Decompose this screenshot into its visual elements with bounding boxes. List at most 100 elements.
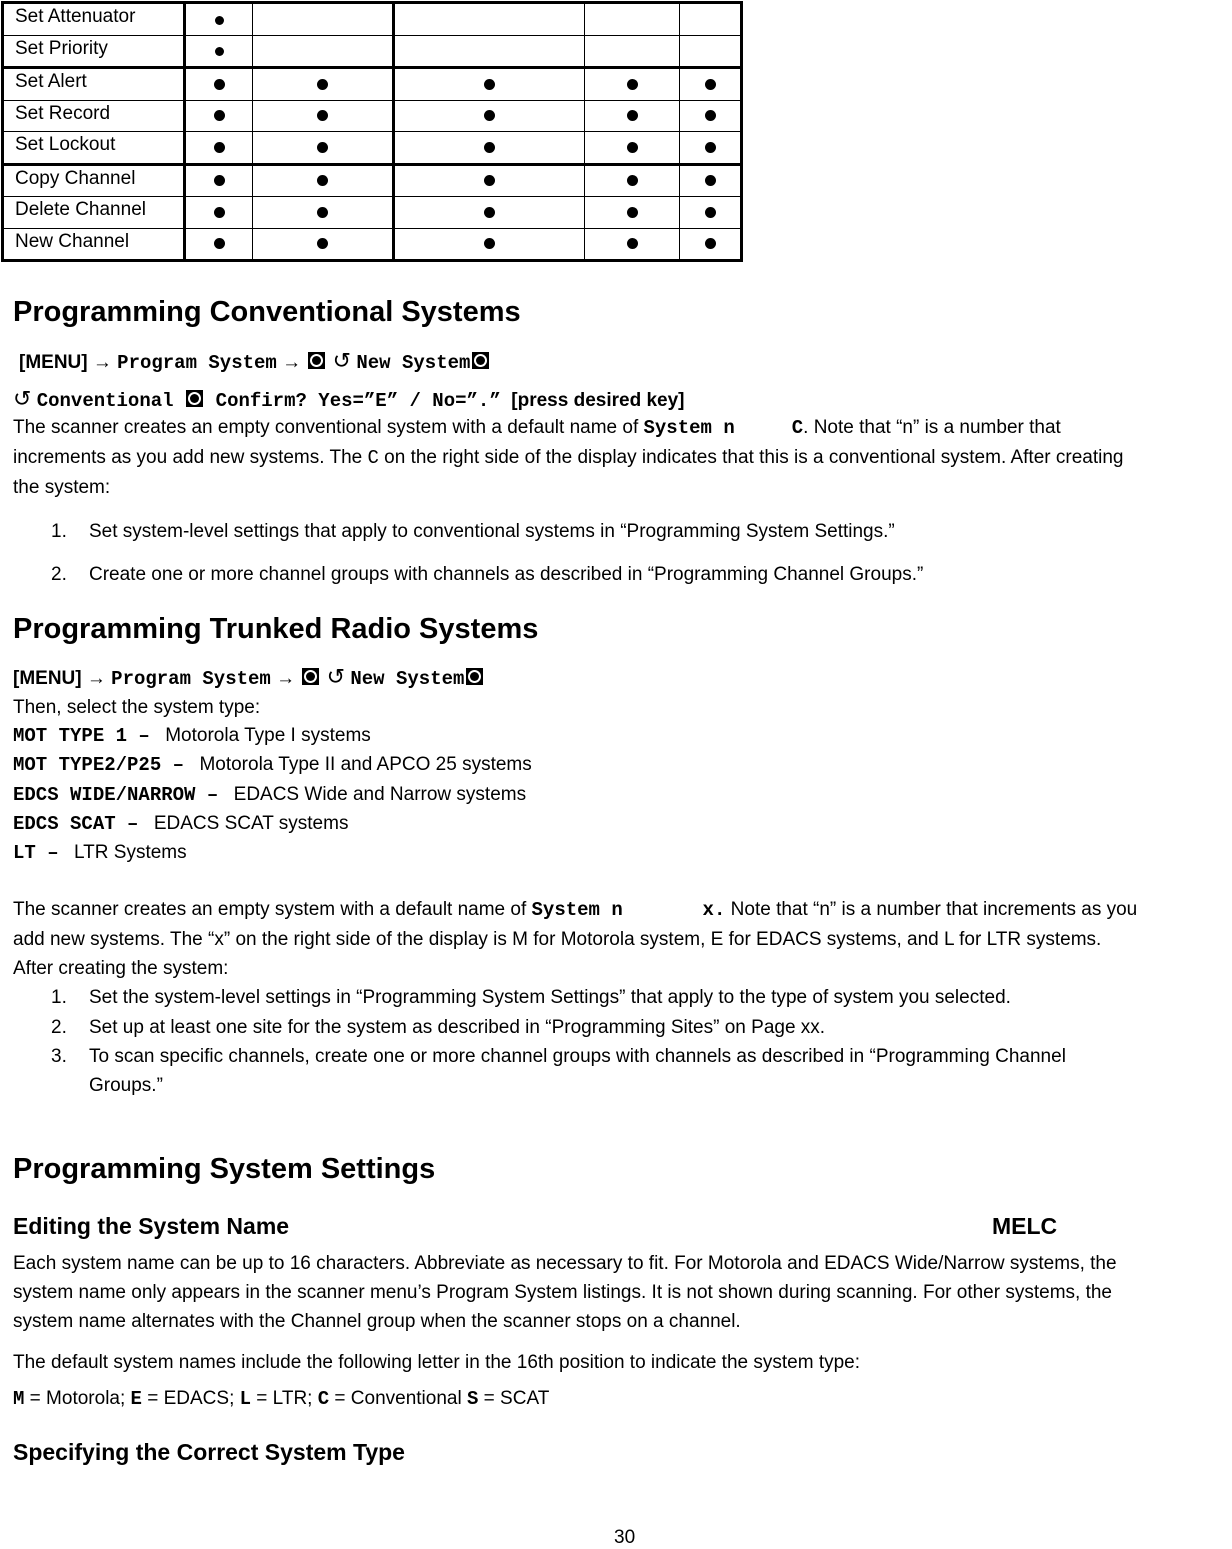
feature-cell — [584, 99, 680, 132]
heading-system-settings: Programming System Settings — [13, 1153, 436, 1185]
feature-label: Set Record — [2, 99, 185, 132]
table-row: Set Record — [2, 99, 742, 132]
conventional-paragraph-line2: increments as you add new systems. The C… — [13, 444, 1123, 472]
feature-cell — [252, 131, 394, 166]
feature-cell — [584, 34, 680, 69]
system-type-legend: M = Motorola; E = EDACS; L = LTR; C = Co… — [13, 1385, 549, 1413]
rotate-knob-icon: ↺ — [326, 664, 346, 689]
supported-dot-icon — [484, 78, 495, 90]
menu-item-new-system: New System — [356, 352, 471, 374]
legend-code: L — [239, 1388, 252, 1410]
text: Note that “n” is a number that increment… — [725, 899, 1138, 920]
conventional-menu-path-2: ↺ Conventional Confirm? Yes=”E” / No=”.”… — [13, 386, 684, 412]
arrow-right-icon: → — [276, 668, 296, 689]
feature-cell — [252, 163, 394, 197]
feature-cell — [392, 99, 585, 132]
feature-label: Set Priority — [2, 34, 185, 69]
table-row: New Channel — [2, 227, 742, 261]
supported-dot-icon — [484, 206, 495, 218]
conventional-paragraph-line3: the system: — [13, 477, 111, 498]
supported-dot-icon — [317, 175, 328, 187]
step-number: 1. — [51, 521, 67, 542]
supported-dot-icon — [214, 47, 224, 57]
text: increments as you add new systems. The — [13, 447, 368, 468]
system-type-item: EDCS SCAT – EDACS SCAT systems — [13, 810, 348, 838]
system-type-description: LTR Systems — [74, 842, 187, 864]
system-type-item: EDCS WIDE/NARROW – EDACS Wide and Narrow… — [13, 781, 526, 809]
system-type-code: EDCS WIDE/NARROW – — [13, 783, 230, 806]
legend-description: = Motorola; — [24, 1388, 131, 1409]
knob-press-icon — [186, 390, 204, 407]
trunked-paragraph-line1: The scanner creates an empty system with… — [13, 896, 1137, 924]
system-type-item: MOT TYPE 1 – Motorola Type I systems — [13, 722, 371, 750]
table-row: Set Priority — [2, 34, 742, 69]
legend-code: M — [13, 1388, 25, 1410]
system-name-paragraph-line2: system name only appears in the scanner … — [13, 1282, 1112, 1303]
feature-cell — [252, 227, 394, 261]
supported-dot-icon — [213, 110, 225, 122]
menu-item-program-system: Program System — [111, 668, 271, 690]
trunked-step-1-text: Set the system-level settings in “Progra… — [89, 987, 1011, 1008]
menu-key: [MENU] — [19, 352, 88, 373]
feature-cell — [584, 131, 680, 166]
system-type-description: EDACS SCAT systems — [153, 812, 349, 834]
text: on the right side of the display indicat… — [378, 447, 1124, 468]
feature-cell — [252, 2, 394, 36]
feature-cell — [392, 196, 585, 229]
supported-dot-icon — [626, 78, 638, 90]
text: . Note that “n” is a number that — [803, 417, 1061, 438]
table-row: Set Attenuator — [2, 2, 742, 36]
system-type-code: LT – — [13, 842, 71, 865]
trunked-step-3-text-cont: Groups.” — [89, 1075, 163, 1096]
feature-label: Set Lockout — [2, 131, 185, 166]
menu-item-conventional: Conventional — [36, 390, 174, 412]
supported-dot-icon — [484, 175, 495, 187]
system-type-item: LT – LTR Systems — [13, 839, 187, 867]
feature-label: Copy Channel — [2, 163, 185, 197]
supported-dot-icon — [704, 141, 716, 153]
arrow-right-icon: → — [282, 352, 302, 373]
supported-dot-icon — [213, 206, 225, 218]
confirm-prompt: Confirm? Yes=”E” / No=”.” — [215, 390, 501, 412]
supported-dot-icon — [214, 15, 224, 25]
rotate-knob-icon: ↺ — [13, 386, 32, 411]
menu-key: [MENU] — [13, 668, 82, 689]
system-type-description: EDACS Wide and Narrow systems — [233, 783, 527, 805]
legend-description: = Conventional — [329, 1388, 467, 1409]
feature-cell — [183, 2, 253, 36]
system-type-description: Motorola Type I systems — [165, 725, 371, 746]
feature-cell — [183, 196, 253, 229]
system-type-tag: MELC — [992, 1213, 1058, 1239]
trunked-paragraph-line2: add new systems. The “x” on the right si… — [13, 929, 1102, 950]
supported-dot-icon — [626, 238, 638, 250]
feature-cell — [392, 2, 585, 36]
heading-trunked-systems: Programming Trunked Radio Systems — [13, 613, 539, 645]
feature-cell — [392, 163, 585, 197]
arrow-right-icon: → — [92, 352, 112, 373]
knob-press-icon — [302, 668, 320, 685]
feature-cell — [679, 2, 742, 36]
feature-cell — [252, 196, 394, 229]
table-row: Delete Channel — [2, 196, 742, 229]
feature-cell — [584, 196, 680, 229]
supported-dot-icon — [704, 206, 716, 218]
system-name-paragraph-line3: system name alternates with the Channel … — [13, 1311, 741, 1332]
feature-cell — [252, 99, 394, 132]
supported-dot-icon — [704, 110, 716, 122]
system-name-paragraph-line1: Each system name can be up to 16 charact… — [13, 1253, 1117, 1274]
subheading-specifying-system-type: Specifying the Correct System Type — [13, 1439, 405, 1465]
conventional-step-1-text: Set system-level settings that apply to … — [89, 521, 895, 542]
trunked-menu-path: [MENU] → Program System → ↺ New System — [13, 664, 485, 690]
feature-cell — [392, 34, 585, 69]
supported-dot-icon — [626, 141, 638, 153]
legend-description: = SCAT — [478, 1388, 550, 1409]
feature-cell — [679, 163, 742, 197]
supported-dot-icon — [213, 238, 225, 250]
feature-label: Set Alert — [2, 67, 185, 101]
feature-cell — [183, 34, 253, 69]
feature-cell — [679, 67, 742, 101]
legend-description: = EDACS; — [141, 1388, 240, 1409]
trunked-intro: Then, select the system type: — [13, 697, 261, 718]
system-type-code: EDCS SCAT – — [13, 812, 150, 835]
press-key-hint: [press desired key] — [511, 390, 685, 411]
